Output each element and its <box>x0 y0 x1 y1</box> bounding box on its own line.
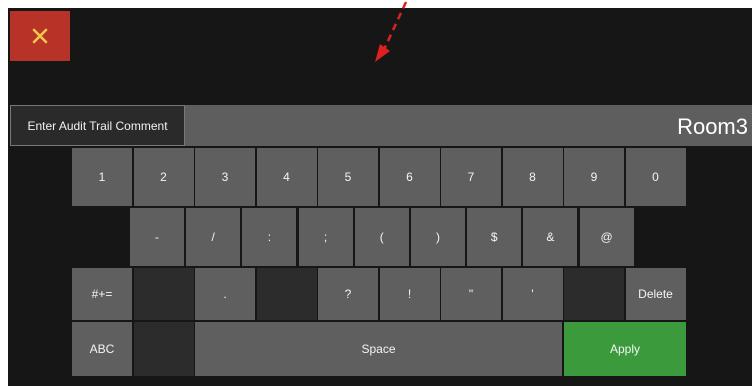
key-period[interactable]: . <box>195 268 255 320</box>
key-double-quote[interactable]: " <box>441 268 501 320</box>
comment-label: Enter Audit Trail Comment <box>10 105 185 146</box>
comment-input[interactable]: Room3 <box>677 105 748 146</box>
key-4[interactable]: 4 <box>256 148 317 206</box>
key-open-paren[interactable]: ( <box>354 208 409 266</box>
blank-key <box>133 322 194 376</box>
key-close-paren[interactable]: ) <box>411 208 465 266</box>
key-ampersand[interactable]: & <box>523 208 578 266</box>
space-key[interactable]: Space <box>195 322 562 376</box>
apply-button[interactable]: Apply <box>564 322 686 376</box>
close-button[interactable] <box>10 11 70 61</box>
key-symbols[interactable]: #+= <box>72 268 132 320</box>
key-2[interactable]: 2 <box>133 148 194 206</box>
blank-key <box>564 268 624 320</box>
key-question[interactable]: ? <box>318 268 378 320</box>
annotation-arrow-icon <box>375 1 408 62</box>
key-at[interactable]: @ <box>579 208 634 266</box>
blank-key <box>133 268 194 320</box>
key-single-quote[interactable]: ' <box>502 268 563 320</box>
key-6[interactable]: 6 <box>379 148 440 206</box>
abc-key[interactable]: ABC <box>72 322 132 376</box>
key-0[interactable]: 0 <box>625 148 686 206</box>
key-slash[interactable]: / <box>186 208 241 266</box>
key-7[interactable]: 7 <box>441 148 501 206</box>
key-exclamation[interactable]: ! <box>379 268 440 320</box>
key-8[interactable]: 8 <box>502 148 563 206</box>
key-dollar[interactable]: $ <box>467 208 522 266</box>
key-dash[interactable]: - <box>130 208 184 266</box>
close-icon <box>32 28 48 44</box>
key-9[interactable]: 9 <box>564 148 624 206</box>
key-semicolon[interactable]: ; <box>298 208 353 266</box>
key-5[interactable]: 5 <box>318 148 378 206</box>
key-3[interactable]: 3 <box>195 148 255 206</box>
delete-key[interactable]: Delete <box>625 268 686 320</box>
blank-key <box>256 268 317 320</box>
key-1[interactable]: 1 <box>72 148 132 206</box>
comment-bar: Enter Audit Trail Comment Room3 <box>10 105 752 146</box>
key-colon[interactable]: : <box>242 208 297 266</box>
